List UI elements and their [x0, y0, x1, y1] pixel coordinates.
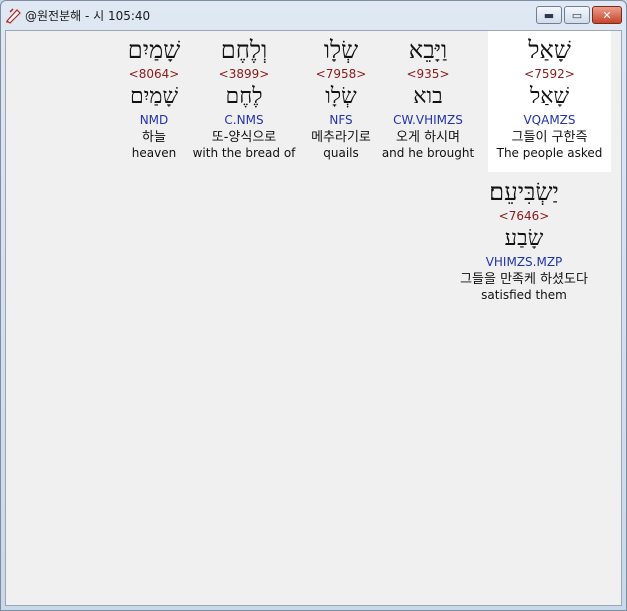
morphology-code: VHIMZS.MZP	[485, 255, 563, 269]
hebrew-word: שָׁמַיִם	[127, 36, 181, 64]
strong-number: <7592>	[524, 67, 575, 81]
korean-gloss: 오게 하시며	[396, 130, 460, 145]
hebrew-word: שְׂלָו	[323, 36, 359, 64]
word-cell-1[interactable]: שָׁאַל <7592> שָׁאַל VQAMZS 그들이 구한즉 The …	[488, 31, 611, 172]
title-bar[interactable]: @원전분해 - 시 105:40 ▬ ▭ ✕	[1, 1, 626, 30]
app-window: @원전분해 - 시 105:40 ▬ ▭ ✕ שָׁאַל <7592> שָׁ…	[0, 0, 627, 611]
strong-number: <935>	[406, 67, 450, 81]
english-gloss: satisfied them	[481, 288, 567, 302]
strong-number: <7646>	[498, 209, 550, 223]
morphology-code: C.NMS	[224, 113, 264, 127]
hebrew-root: שְׂלָו	[325, 84, 357, 109]
hebrew-word: וַיָּבֵא	[408, 36, 448, 64]
hebrew-word: וְלֶחֶם	[220, 36, 268, 64]
window-title: @원전분해 - 시 105:40	[25, 9, 151, 23]
english-gloss: and he brought	[381, 146, 475, 160]
korean-gloss: 메추라기로	[311, 130, 371, 145]
korean-gloss: 또-양식으로	[211, 130, 277, 145]
minimize-button[interactable]: ▬	[536, 6, 562, 24]
window-controls: ▬ ▭ ✕	[536, 6, 622, 24]
morphology-code: NFS	[329, 113, 353, 127]
close-icon: ✕	[602, 8, 612, 22]
strong-number: <3899>	[218, 67, 270, 81]
english-gloss: quails	[323, 146, 359, 160]
content-area: שָׁאַל <7592> שָׁאַל VQAMZS 그들이 구한즉 The …	[5, 30, 622, 606]
maximize-icon: ▭	[571, 8, 583, 22]
word-cell-2[interactable]: וַיָּבֵא <935> בוא CW.VHIMZS 오게 하시며 and …	[378, 35, 478, 161]
korean-gloss: 하늘	[142, 130, 166, 145]
korean-gloss: 그들이 구한즉	[511, 130, 588, 145]
english-gloss: The people asked	[496, 146, 603, 160]
close-button[interactable]: ✕	[592, 6, 622, 24]
morphology-code: NMD	[139, 113, 169, 127]
english-gloss: heaven	[131, 146, 177, 160]
english-gloss: with the bread of	[192, 146, 296, 160]
minimize-icon: ▬	[543, 8, 555, 22]
word-cell-3[interactable]: שְׂלָו <7958> שְׂלָו NFS 메추라기로 quails	[291, 35, 391, 161]
hebrew-root: בוא	[413, 84, 443, 109]
strong-number: <8064>	[128, 67, 180, 81]
hebrew-word: יַשְׂבִּיעֵם׃	[489, 178, 559, 206]
morphology-code: CW.VHIMZS	[393, 113, 463, 127]
word-cell-6[interactable]: יַשְׂבִּיעֵם׃ <7646> שָׂבַע VHIMZS.MZP 그…	[436, 177, 612, 303]
app-icon	[6, 8, 21, 24]
korean-gloss: 그들을 만족케 하셨도다	[460, 272, 588, 287]
hebrew-root: שָׁאַל	[529, 84, 570, 109]
hebrew-root: שָׂבַע	[504, 226, 544, 251]
word-cell-4[interactable]: וְלֶחֶם <3899> לֶחֶם C.NMS 또-양식으로 with t…	[192, 35, 296, 161]
word-cell-5[interactable]: שָׁמַיִם <8064> שָׁמַיִם NMD 하늘 heaven	[114, 35, 194, 161]
strong-number: <7958>	[315, 67, 367, 81]
morphology-code: VQAMZS	[523, 113, 576, 127]
hebrew-root: לֶחֶם	[225, 84, 263, 109]
maximize-button[interactable]: ▭	[564, 6, 590, 24]
hebrew-root: שָׁמַיִם	[129, 84, 179, 109]
hebrew-word: שָׁאַל	[528, 36, 571, 64]
